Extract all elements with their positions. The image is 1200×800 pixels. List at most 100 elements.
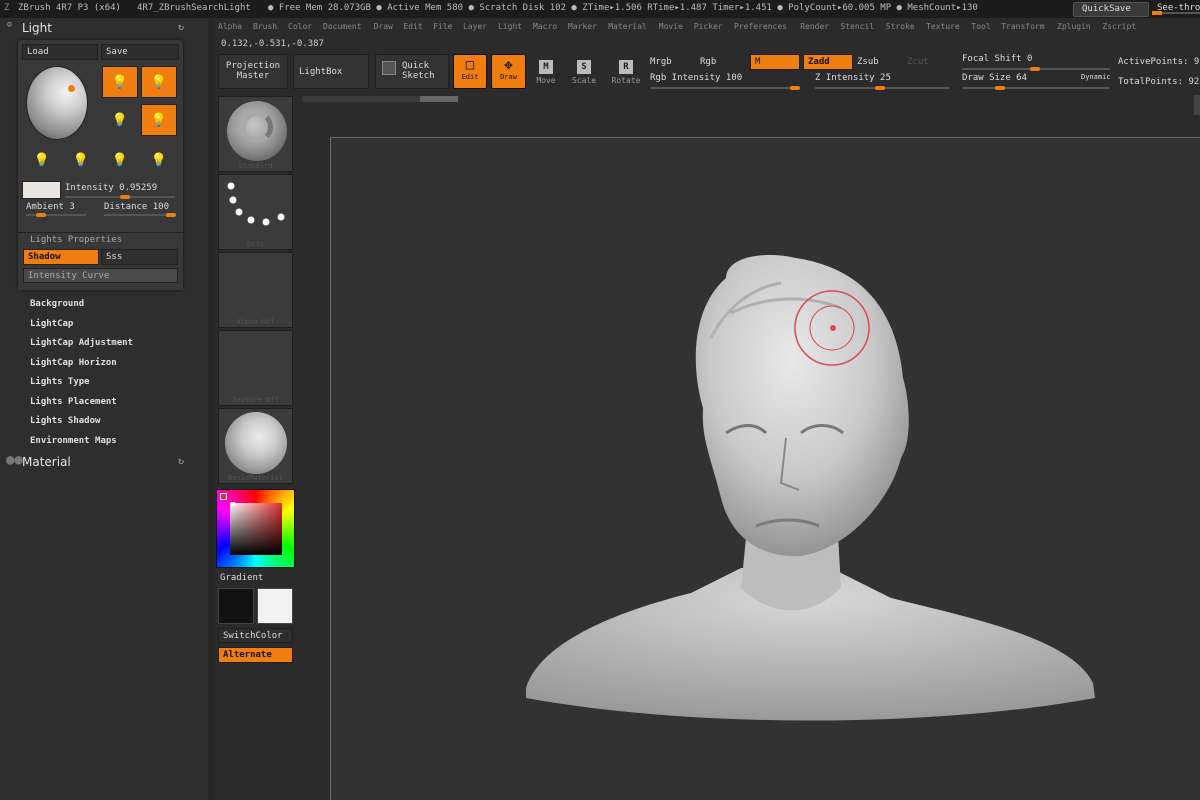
menu-alpha[interactable]: Alpha: [218, 22, 242, 31]
zadd-button[interactable]: Zadd: [803, 54, 853, 70]
light-position-dot[interactable]: [68, 85, 75, 92]
menu-light[interactable]: Light: [498, 22, 522, 31]
light-submenu-lights-type[interactable]: Lights Type: [30, 377, 90, 387]
shadow-button[interactable]: Shadow: [23, 249, 99, 265]
light-submenu-lightcap-adjustment[interactable]: LightCap Adjustment: [30, 338, 133, 348]
menu-tool[interactable]: Tool: [971, 22, 990, 31]
quick-sketch-button[interactable]: Quick Sketch: [375, 54, 449, 89]
menu-texture[interactable]: Texture: [926, 22, 960, 31]
m-button[interactable]: M: [750, 54, 800, 70]
menu-transform[interactable]: Transform: [1001, 22, 1044, 31]
canvas-hscroll-thumb[interactable]: [420, 96, 458, 102]
light-submenu-lightcap[interactable]: LightCap: [30, 319, 73, 329]
color-picker-cursor[interactable]: [231, 502, 235, 506]
draw-button[interactable]: ✥ Draw: [491, 54, 526, 89]
light-submenu-lightcap-horizon[interactable]: LightCap Horizon: [30, 358, 117, 368]
light-slot-5-icon[interactable]: 💡: [24, 144, 60, 176]
light-submenu-background[interactable]: Background: [30, 299, 84, 309]
focal-shift-knob[interactable]: [1030, 67, 1040, 71]
texture-thumbnail[interactable]: Texture Off: [218, 330, 293, 406]
light-preview-sphere[interactable]: [26, 66, 88, 140]
menu-stroke[interactable]: Stroke: [886, 22, 915, 31]
light-color-swatch[interactable]: [22, 181, 61, 199]
alternate-button[interactable]: Alternate: [218, 647, 293, 663]
menu-document[interactable]: Document: [323, 22, 362, 31]
light-submenu-lights-shadow[interactable]: Lights Shadow: [30, 416, 100, 426]
menu-layer[interactable]: Layer: [463, 22, 487, 31]
rgb-button[interactable]: Rgb: [700, 57, 716, 67]
quicksave-button[interactable]: QuickSave: [1073, 2, 1149, 17]
color-picker-ring[interactable]: [216, 489, 295, 568]
light-submenu-lights-placement[interactable]: Lights Placement: [30, 397, 117, 407]
light-submenu-environment-maps[interactable]: Environment Maps: [30, 436, 117, 446]
projection-master-button[interactable]: Projection Master: [218, 54, 288, 89]
intensity-curve-button[interactable]: Intensity Curve: [23, 268, 178, 283]
light-slot-3-icon[interactable]: 💡: [102, 104, 138, 136]
rgb-intensity-knob[interactable]: [790, 86, 800, 90]
see-through-knob[interactable]: [1152, 11, 1162, 15]
zcut-button[interactable]: Zcut: [907, 57, 929, 67]
draw-size-track[interactable]: [962, 87, 1110, 89]
menu-color[interactable]: Color: [288, 22, 312, 31]
menu-picker[interactable]: Picker: [694, 22, 723, 31]
distance-label: Distance 100: [104, 202, 170, 212]
menu-preferences[interactable]: Preferences: [734, 22, 787, 31]
light-slot-7-icon[interactable]: 💡: [102, 144, 138, 176]
bust-model[interactable]: [331, 138, 1200, 800]
primary-color-swatch[interactable]: [257, 588, 293, 624]
light-slot-4-icon[interactable]: 💡: [141, 104, 177, 136]
edit-button[interactable]: □ Edit: [453, 54, 487, 89]
material-panel-title[interactable]: Material: [22, 455, 71, 469]
move-button[interactable]: M Move: [528, 56, 564, 92]
menu-zplugin[interactable]: Zplugin: [1057, 22, 1091, 31]
light-slot-1-icon[interactable]: 💡: [102, 66, 138, 98]
tray-divider[interactable]: [208, 18, 214, 800]
light-panel-title[interactable]: Light: [22, 21, 52, 35]
save-button[interactable]: Save: [101, 44, 179, 60]
refresh-icon[interactable]: ↻: [178, 22, 184, 33]
stroke-thumbnail[interactable]: Dots: [218, 174, 293, 250]
right-tray-scroll[interactable]: [1194, 95, 1200, 115]
brush-thumbnail[interactable]: Standard: [218, 96, 293, 172]
menu-movie[interactable]: Movie: [659, 22, 683, 31]
load-button[interactable]: Load: [22, 44, 98, 60]
menu-render[interactable]: Render: [800, 22, 829, 31]
z-intensity-knob[interactable]: [875, 86, 885, 90]
menu-draw[interactable]: Draw: [374, 22, 393, 31]
material-thumbnail[interactable]: BasicMaterial: [218, 408, 293, 484]
ambient-slider-track[interactable]: [26, 214, 86, 216]
lightbox-button[interactable]: LightBox: [293, 54, 369, 89]
light-slot-6-icon[interactable]: 💡: [63, 144, 99, 176]
switchcolor-button[interactable]: SwitchColor: [218, 628, 293, 643]
distance-slider-knob[interactable]: [166, 213, 176, 217]
rotate-button[interactable]: R Rotate: [608, 56, 644, 92]
menu-stencil[interactable]: Stencil: [840, 22, 874, 31]
menu-zscript[interactable]: Zscript: [1102, 22, 1136, 31]
menu-file[interactable]: File: [433, 22, 452, 31]
alpha-thumbnail[interactable]: Alpha Off: [218, 252, 293, 328]
secondary-color-swatch[interactable]: [218, 588, 254, 624]
main-color-indicator[interactable]: [220, 493, 227, 500]
light-slot-2-icon[interactable]: 💡: [141, 66, 177, 98]
document-canvas[interactable]: [330, 137, 1200, 800]
canvas-hscroll-track[interactable]: [302, 96, 458, 102]
material-refresh-icon[interactable]: ↻: [178, 456, 184, 467]
menu-marker[interactable]: Marker: [568, 22, 597, 31]
rgb-intensity-track[interactable]: [650, 87, 800, 89]
draw-size-knob[interactable]: [995, 86, 1005, 90]
menu-brush[interactable]: Brush: [253, 22, 277, 31]
dynamic-button[interactable]: Dynamic: [1081, 73, 1111, 81]
mrgb-button[interactable]: Mrgb: [650, 57, 672, 67]
menu-macro[interactable]: Macro: [533, 22, 557, 31]
zsub-button[interactable]: Zsub: [857, 57, 879, 67]
light-slot-8-icon[interactable]: 💡: [141, 144, 177, 176]
color-picker-square[interactable]: [230, 503, 282, 555]
menu-material[interactable]: Material: [608, 22, 647, 31]
gradient-label[interactable]: Gradient: [220, 573, 263, 583]
sss-button[interactable]: Sss: [101, 249, 178, 265]
menu-edit[interactable]: Edit: [403, 22, 422, 31]
intensity-slider-knob[interactable]: [120, 195, 130, 199]
scale-button[interactable]: S Scale: [566, 56, 602, 92]
lights-properties-title[interactable]: Lights Properties: [30, 235, 122, 245]
ambient-slider-knob[interactable]: [36, 213, 46, 217]
